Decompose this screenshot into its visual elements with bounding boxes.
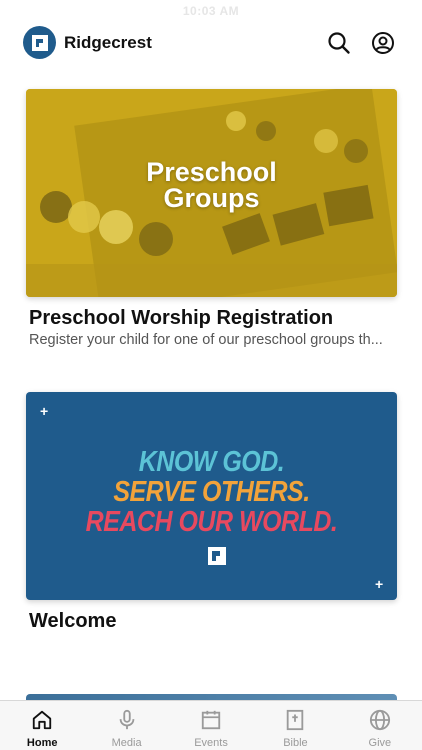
card-title: Welcome (29, 610, 117, 632)
search-button[interactable] (326, 30, 352, 56)
tab-events[interactable]: Events (169, 701, 253, 750)
card-preschool-worship[interactable]: Preschool Groups Preschool Worship Regis… (26, 89, 397, 348)
welcome-line2: SERVE OTHERS. (113, 475, 310, 509)
welcome-image: + + KNOW GOD. SERVE OTHERS. REACH OUR WO… (26, 392, 397, 600)
ridgecrest-logo-icon (23, 26, 56, 59)
status-time: 10:03 AM (182, 4, 240, 18)
tab-media[interactable]: Media (84, 701, 168, 750)
welcome-line1: KNOW GOD. (138, 445, 285, 479)
home-icon (33, 710, 52, 730)
preschool-groups-image: Preschool Groups (26, 89, 397, 297)
plus-decoration: + (40, 403, 49, 419)
user-circle-icon (372, 32, 394, 54)
globe-icon (369, 709, 390, 731)
bottom-tab-bar: Home Media Events Bible Give (0, 700, 422, 750)
tab-give[interactable]: Give (338, 701, 422, 750)
search-icon (328, 32, 350, 54)
preschool-image-line2: Groups (163, 183, 260, 213)
profile-button[interactable] (370, 30, 396, 56)
ridgecrest-mark-icon (208, 547, 226, 565)
microphone-icon (119, 709, 134, 730)
tab-label: Bible (283, 737, 308, 749)
tab-label: Give (368, 737, 392, 749)
card-title: Preschool Worship Registration (29, 307, 334, 329)
status-bar: 10:03 AM (0, 0, 422, 22)
tab-label: Media (111, 737, 142, 749)
preschool-image-line1: Preschool (146, 157, 277, 187)
card-subtitle: Register your child for one of our presc… (29, 332, 383, 348)
app-header: Ridgecrest (0, 24, 422, 64)
plus-decoration: + (375, 576, 384, 592)
bible-icon (287, 709, 304, 731)
calendar-icon (201, 710, 221, 730)
welcome-line3: REACH OUR WORLD. (85, 505, 338, 539)
tab-home[interactable]: Home (0, 701, 84, 750)
app-title: Ridgecrest (64, 33, 152, 52)
tab-bible[interactable]: Bible (253, 701, 337, 750)
tab-label: Events (194, 737, 228, 749)
tab-label: Home (26, 737, 58, 749)
card-welcome[interactable]: + + KNOW GOD. SERVE OTHERS. REACH OUR WO… (26, 392, 397, 632)
